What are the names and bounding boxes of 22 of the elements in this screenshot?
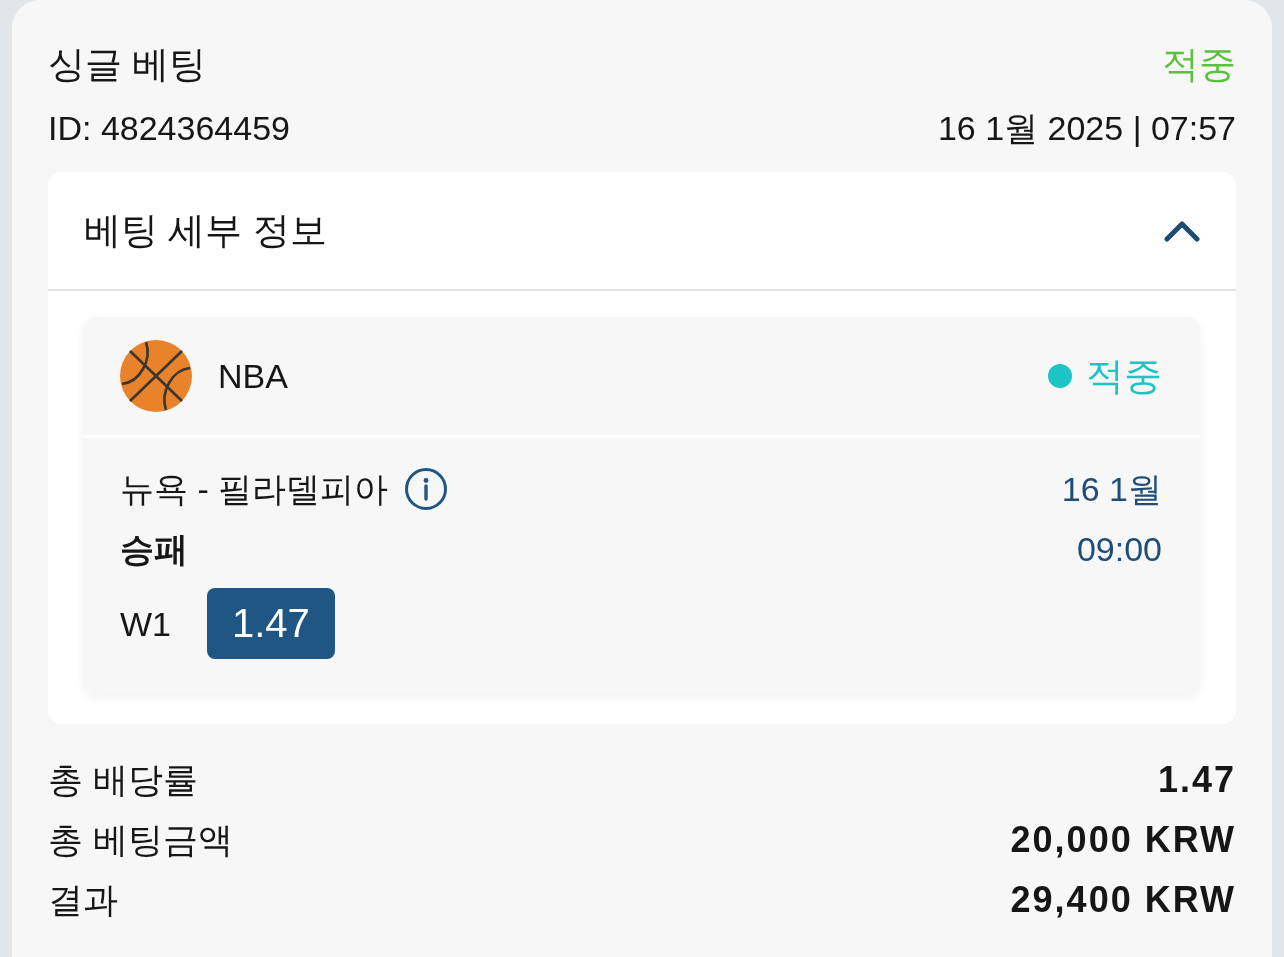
basketball-icon: [120, 340, 192, 412]
summary-label: 총 배당률: [48, 759, 198, 801]
bet-id: ID: 4824364459: [48, 108, 290, 149]
market-name: 승패: [120, 529, 188, 570]
league-name: NBA: [218, 356, 288, 397]
summary-value: 1.47: [1157, 758, 1236, 802]
details-title: 베팅 세부 정보: [84, 208, 327, 253]
event-status: 적중: [1086, 354, 1162, 399]
match-time: 09:00: [1076, 529, 1162, 570]
summary-value: 29,400 KRW: [1010, 878, 1236, 922]
summary-value: 20,000 KRW: [1010, 818, 1236, 862]
pick-label: W1: [120, 603, 171, 645]
odds-badge: 1.47: [207, 588, 335, 659]
summary-label: 결과: [48, 879, 118, 921]
info-icon[interactable]: [404, 467, 449, 511]
bet-datetime: 16 1월 2025 | 07:57: [937, 108, 1236, 149]
bet-title: 싱글 베팅: [48, 43, 207, 87]
match-teams: 뉴욕 - 필라델피아: [120, 469, 389, 510]
match-date: 16 1월: [1061, 469, 1162, 510]
summary-label: 총 베팅금액: [48, 819, 233, 861]
bet-status: 적중: [1162, 43, 1236, 87]
chevron-up-icon[interactable]: [1164, 219, 1200, 242]
